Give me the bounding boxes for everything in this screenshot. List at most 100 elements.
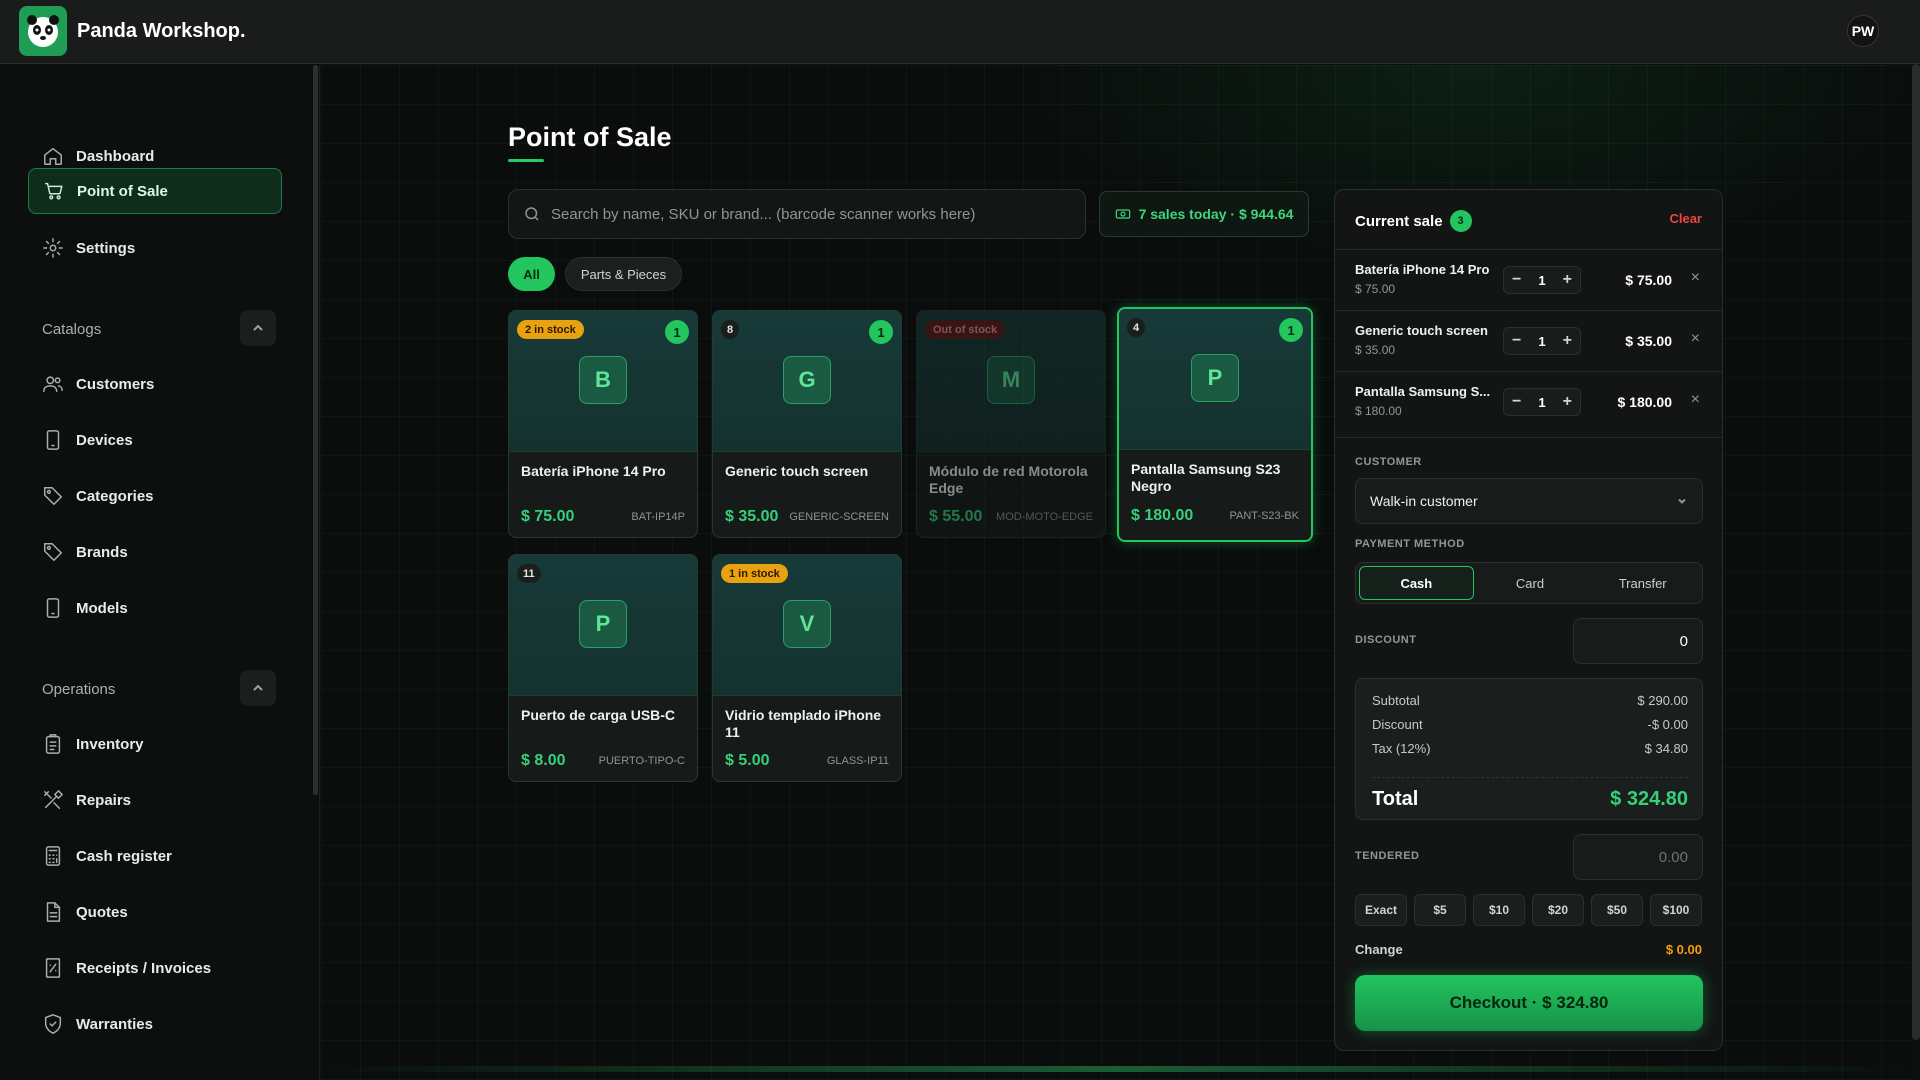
subtotal-value: $ 290.00: [1637, 693, 1688, 708]
discount-input[interactable]: 0: [1573, 618, 1703, 664]
section-title-catalogs: Catalogs: [42, 321, 102, 338]
product-search-bar[interactable]: [508, 189, 1086, 239]
product-image: Out of stock M: [917, 311, 1105, 452]
quick-amount-exact-button[interactable]: Exact: [1355, 894, 1407, 926]
home-icon: [44, 147, 62, 165]
checkout-button[interactable]: Checkout · $ 324.80: [1355, 975, 1703, 1031]
remove-line-icon[interactable]: ×: [1691, 330, 1700, 348]
avatar[interactable]: PW: [1847, 15, 1879, 47]
filter-chip-parts[interactable]: Parts & Pieces: [565, 257, 682, 291]
chevron-down-icon: [1678, 498, 1686, 504]
quantity-value[interactable]: 1: [1538, 334, 1545, 349]
quantity-stepper: − 1 +: [1503, 266, 1581, 294]
filter-chip-all[interactable]: All: [508, 257, 555, 291]
sidebar-item-receipts-invoices[interactable]: Receipts / Invoices: [28, 945, 282, 991]
product-price: $ 75.00: [521, 508, 575, 525]
sidebar-item-label: Customers: [76, 375, 155, 393]
collapse-operations-button[interactable]: [240, 670, 276, 706]
line-total: $ 35.00: [1625, 333, 1672, 349]
product-card[interactable]: 2 in stock 1 B Batería iPhone 14 Pro $ 7…: [508, 310, 698, 538]
product-card-selected[interactable]: 4 1 P Pantalla Samsung S23 Negro $ 180.0…: [1117, 307, 1313, 542]
product-card[interactable]: 1 in stock V Vidrio templado iPhone 11 $…: [712, 554, 902, 782]
increase-quantity-button[interactable]: +: [1563, 332, 1572, 350]
quick-amount-100-button[interactable]: $100: [1650, 894, 1702, 926]
clear-cart-button[interactable]: Clear: [1669, 211, 1702, 226]
product-card[interactable]: 8 1 G Generic touch screen $ 35.00 GENER…: [712, 310, 902, 538]
sidebar-item-repairs[interactable]: Repairs: [28, 777, 282, 823]
collapse-catalogs-button[interactable]: [240, 310, 276, 346]
discount-row-label: Discount: [1372, 717, 1423, 732]
product-name: Puerto de carga USB-C: [521, 707, 676, 723]
product-letter: V: [783, 600, 831, 648]
line-total: $ 180.00: [1617, 394, 1673, 410]
page-scrollbar[interactable]: [1912, 64, 1920, 1040]
cart-count-badge: 3: [1449, 210, 1472, 232]
decrease-quantity-button[interactable]: −: [1512, 271, 1521, 289]
product-image: 2 in stock 1 B: [509, 311, 697, 452]
product-card[interactable]: Out of stock M Módulo de red Motorola Ed…: [916, 310, 1106, 538]
tendered-input[interactable]: 0.00: [1573, 834, 1703, 880]
payment-transfer-button[interactable]: Transfer: [1586, 566, 1699, 600]
quantity-value[interactable]: 1: [1538, 273, 1545, 288]
sidebar-item-devices[interactable]: Devices: [28, 417, 282, 463]
divider: [1335, 437, 1722, 438]
chevron-up-icon: [253, 324, 263, 331]
brand-name[interactable]: Panda Workshop.: [77, 20, 246, 43]
product-image: 8 1 G: [713, 311, 901, 452]
panda-logo-icon[interactable]: [19, 6, 67, 56]
search-input[interactable]: [551, 205, 1071, 223]
change-value: $ 0.00: [1665, 942, 1702, 957]
product-name: Pantalla Samsung S23 Negro: [1131, 461, 1281, 494]
remove-line-icon[interactable]: ×: [1691, 269, 1700, 287]
cart-line-item: Generic touch screen $ 35.00 − 1 + $ 35.…: [1335, 311, 1722, 371]
sidebar-item-brands[interactable]: Brands: [28, 529, 282, 575]
product-letter: P: [1191, 354, 1239, 402]
sidebar: Dashboard Point of Sale Settings Catalog…: [0, 65, 320, 1080]
product-price: $ 8.00: [521, 752, 566, 769]
sidebar-item-label: Inventory: [76, 735, 144, 753]
total-value: $ 324.80: [1610, 788, 1688, 810]
current-sale-panel: Current sale 3 Clear Batería iPhone 14 P…: [1334, 189, 1723, 1051]
line-total: $ 75.00: [1625, 272, 1672, 288]
quick-amount-10-button[interactable]: $10: [1473, 894, 1525, 926]
quantity-stepper: − 1 +: [1503, 388, 1581, 416]
sidebar-scrollbar[interactable]: [313, 65, 318, 795]
quick-amount-50-button[interactable]: $50: [1591, 894, 1643, 926]
tax-value: $ 34.80: [1644, 741, 1688, 756]
sales-today-badge[interactable]: 7 sales today · $ 944.64: [1099, 191, 1309, 237]
quantity-value[interactable]: 1: [1538, 395, 1545, 410]
quick-amount-20-button[interactable]: $20: [1532, 894, 1584, 926]
line-name: Pantalla Samsung S...: [1355, 384, 1491, 399]
increase-quantity-button[interactable]: +: [1563, 271, 1572, 289]
sidebar-item-settings[interactable]: Settings: [28, 225, 282, 271]
product-card[interactable]: 11 P Puerto de carga USB-C $ 8.00 PUERTO…: [508, 554, 698, 782]
sidebar-item-customers[interactable]: Customers: [28, 361, 282, 407]
payment-method-selector: Cash Card Transfer: [1355, 562, 1703, 604]
cart-icon: [45, 182, 63, 200]
tag-icon: [44, 543, 62, 561]
sidebar-item-quotes[interactable]: Quotes: [28, 889, 282, 935]
product-name: Módulo de red Motorola Edge: [929, 463, 1088, 496]
quick-amount-5-button[interactable]: $5: [1414, 894, 1466, 926]
discount-label: DISCOUNT: [1355, 634, 1417, 646]
sidebar-item-label: Repairs: [76, 791, 132, 809]
total-row: Total $ 324.80: [1372, 777, 1688, 811]
sidebar-item-point-of-sale[interactable]: Point of Sale: [28, 168, 282, 214]
sidebar-item-cash-register[interactable]: Cash register: [28, 833, 282, 879]
sales-today-text: 7 sales today · $ 944.64: [1138, 206, 1294, 222]
decrease-quantity-button[interactable]: −: [1512, 393, 1521, 411]
payment-cash-button[interactable]: Cash: [1359, 566, 1474, 600]
sidebar-item-warranties[interactable]: Warranties: [28, 1001, 282, 1047]
increase-quantity-button[interactable]: +: [1563, 393, 1572, 411]
sidebar-item-models[interactable]: Models: [28, 585, 282, 631]
chevron-up-icon: [253, 684, 263, 691]
remove-line-icon[interactable]: ×: [1691, 391, 1700, 409]
sidebar-item-categories[interactable]: Categories: [28, 473, 282, 519]
in-cart-count: 1: [869, 320, 893, 344]
decrease-quantity-button[interactable]: −: [1512, 332, 1521, 350]
page-title: Point of Sale: [508, 122, 672, 152]
cash-icon: [1115, 209, 1130, 219]
customer-select[interactable]: Walk-in customer: [1355, 478, 1703, 524]
sidebar-item-inventory[interactable]: Inventory: [28, 721, 282, 767]
payment-card-button[interactable]: Card: [1474, 566, 1587, 600]
